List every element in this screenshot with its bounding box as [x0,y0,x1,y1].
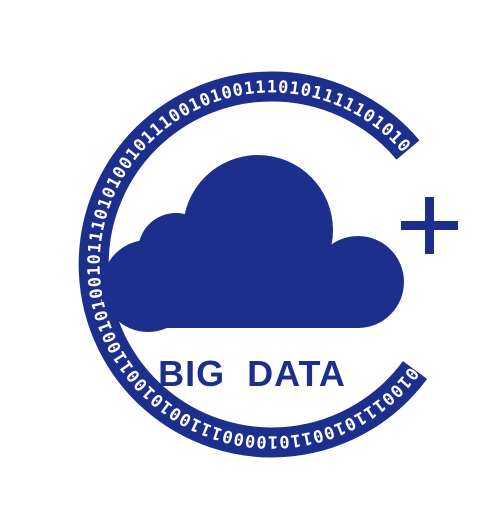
plus-icon [401,197,458,254]
cloud-icon [102,155,404,332]
big-data-wordmark: BIG DATA [158,353,346,394]
big-data-logo: 0100111010011010000111001010011001010010… [0,0,458,458]
